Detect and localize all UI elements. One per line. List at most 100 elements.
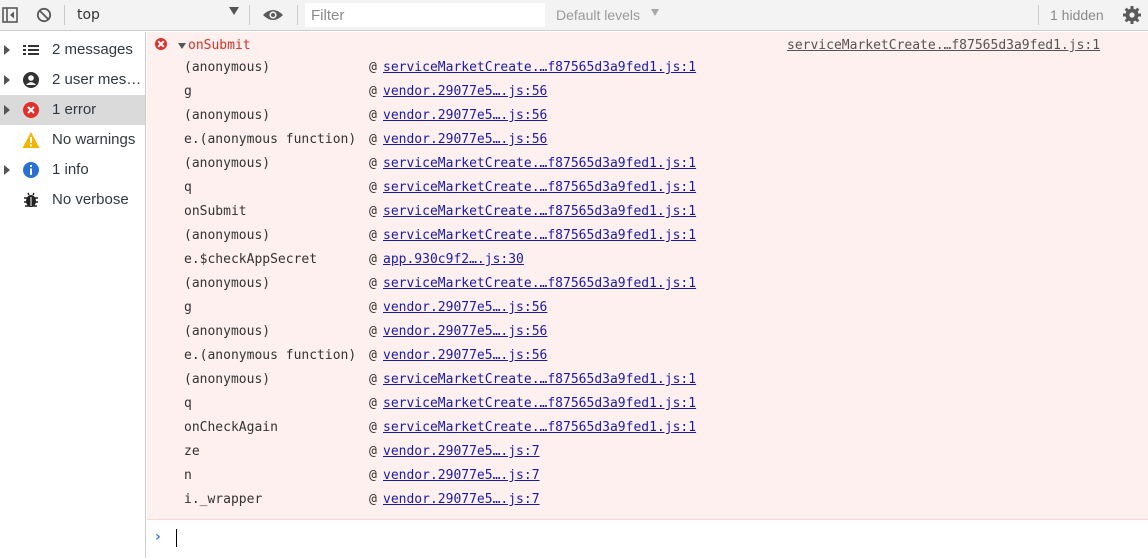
stack-frame-source-link[interactable]: serviceMarketCreate.…f87565d3a9fed1.js:1 [383,372,696,387]
sidebar-item-label: 1 info [52,161,89,178]
chevron-down-icon[interactable] [229,7,239,15]
stack-frame-row: (anonymous) @ serviceMarketCreate.…f87565d… [147,272,1148,296]
stack-frame-source-link[interactable]: serviceMarketCreate.…f87565d3a9fed1.js:1 [383,60,696,75]
toolbar-divider [64,5,65,25]
expand-arrow-icon[interactable] [4,165,10,175]
stack-frame-function: q [184,180,192,195]
stack-frame-function: n [184,468,192,483]
stack-frame-function: (anonymous) [184,276,271,291]
stack-frame-source-link[interactable]: serviceMarketCreate.…f87565d3a9fed1.js:1 [383,204,696,219]
at-symbol: @ [369,108,377,123]
stack-frame-function: (anonymous) [184,228,271,243]
stack-frame-source-link[interactable]: vendor.29077e5….js:7 [383,468,540,483]
stack-frame-row: i._wrapper @ vendor.29077e5….js:7 [147,488,1148,512]
stack-frame-function: ze [184,444,200,459]
toolbar-divider [297,5,298,25]
at-symbol: @ [369,204,377,219]
sidebar-item-user-messages[interactable]: 2 user messages [0,65,145,95]
stack-frame-function: e.(anonymous function) [184,348,357,363]
at-symbol: @ [369,300,377,315]
at-symbol: @ [369,252,377,267]
console-input[interactable] [175,527,1135,549]
stack-frame-row: e.(anonymous function) @ vendor.29077e5….j… [147,128,1148,152]
stack-frame-function: g [184,84,192,99]
stack-frame-source-link[interactable]: app.930c9f2….js:30 [383,252,524,267]
stack-frame-row: (anonymous) @ vendor.29077e5….js:56 [147,104,1148,128]
stack-frame-source-link[interactable]: serviceMarketCreate.…f87565d3a9fed1.js:1 [383,228,696,243]
stack-frame-row: e.$checkAppSecret @ app.930c9f2….js:30 [147,248,1148,272]
sidebar-item-verbose[interactable]: No verbose [0,185,145,215]
stack-frame-row: (anonymous) @ serviceMarketCreate.…f87565d… [147,368,1148,392]
stack-frame-row: g @ vendor.29077e5….js:56 [147,296,1148,320]
sidebar-item-errors[interactable]: 1 error [0,95,145,125]
stack-frame-source-link[interactable]: vendor.29077e5….js:56 [383,132,547,147]
levels-chevron-icon[interactable] [651,9,659,16]
stack-frame-source-link[interactable]: serviceMarketCreate.…f87565d3a9fed1.js:1 [383,276,696,291]
at-symbol: @ [369,444,377,459]
context-selector[interactable]: top [77,7,100,23]
at-symbol: @ [369,468,377,483]
error-icon [155,38,167,50]
console-prompt[interactable]: › [147,521,1148,558]
stack-frame-source-link[interactable]: vendor.29077e5….js:56 [383,300,547,315]
stack-frame-row: ze @ vendor.29077e5….js:7 [147,440,1148,464]
stack-frame-row: (anonymous) @ vendor.29077e5….js:56 [147,320,1148,344]
stack-frame-source-link[interactable]: vendor.29077e5….js:56 [383,108,547,123]
sidebar-item-messages[interactable]: 2 messages [0,35,145,65]
stack-frame-function: (anonymous) [184,108,271,123]
stack-frame-source-link[interactable]: vendor.29077e5….js:7 [383,444,540,459]
stack-frame-source-link[interactable]: serviceMarketCreate.…f87565d3a9fed1.js:1 [383,420,696,435]
stack-frame-source-link[interactable]: vendor.29077e5….js:56 [383,324,547,339]
at-symbol: @ [369,396,377,411]
expand-arrow-icon[interactable] [4,45,10,55]
expand-arrow-icon[interactable] [4,75,10,85]
stack-frame-function: (anonymous) [184,324,271,339]
log-levels-dropdown[interactable]: Default levels [556,7,640,23]
dock-sidebar-icon[interactable] [2,7,18,23]
at-symbol: @ [369,348,377,363]
sidebar-item-info[interactable]: 1 info [0,155,145,185]
stack-frame-row: (anonymous) @ serviceMarketCreate.…f87565d… [147,56,1148,80]
stack-frame-row: q @ serviceMarketCreate.…f87565d3a9fed1.js… [147,176,1148,200]
error-source-link[interactable]: serviceMarketCreate.…f87565d3a9fed1.js:1 [787,38,1100,53]
stack-frame-source-link[interactable]: serviceMarketCreate.…f87565d3a9fed1.js:1 [383,156,696,171]
stack-frame-function: onCheckAgain [184,420,278,435]
at-symbol: @ [369,156,377,171]
stack-frame-row: e.(anonymous function) @ vendor.29077e5….j… [147,344,1148,368]
hidden-count: 1 hidden [1050,7,1104,23]
stack-frame-row: (anonymous) @ serviceMarketCreate.…f87565d… [147,224,1148,248]
at-symbol: @ [369,492,377,507]
stack-frame-source-link[interactable]: serviceMarketCreate.…f87565d3a9fed1.js:1 [383,180,696,195]
stack-frame-row: onCheckAgain @ serviceMarketCreate.…f87565… [147,416,1148,440]
console-toolbar: top Default levels 1 hidden [0,0,1148,31]
bug-icon [22,191,40,209]
clear-console-icon[interactable] [36,7,52,23]
stack-frame-source-link[interactable]: serviceMarketCreate.…f87565d3a9fed1.js:1 [383,396,696,411]
stack-frame-source-link[interactable]: vendor.29077e5….js:7 [383,492,540,507]
filter-input[interactable] [305,3,545,27]
stack-frame-row: q @ serviceMarketCreate.…f87565d3a9fed1.js… [147,392,1148,416]
expand-arrow-icon[interactable] [4,105,10,115]
stack-frame-row: onSubmit @ serviceMarketCreate.…f87565d3a9… [147,200,1148,224]
sidebar-item-label: No verbose [52,191,129,208]
error-title[interactable]: onSubmit [188,38,251,53]
stack-frame-source-link[interactable]: vendor.29077e5….js:56 [383,84,547,99]
sidebar-item-label: No warnings [52,131,136,148]
stack-frame-function: onSubmit [184,204,247,219]
collapse-arrow-icon[interactable] [178,43,186,49]
list-icon [22,41,40,59]
error-icon [22,101,40,119]
stack-frame-source-link[interactable]: vendor.29077e5….js:56 [383,348,547,363]
stack-frame-row: n @ vendor.29077e5….js:7 [147,464,1148,488]
prompt-chevron-icon: › [155,529,161,545]
stack-frame-function: e.$checkAppSecret [184,252,318,267]
gear-icon[interactable] [1122,5,1142,25]
user-icon [22,71,40,89]
at-symbol: @ [369,84,377,99]
toolbar-divider [249,5,250,25]
at-symbol: @ [369,420,377,435]
stack-frame-function: (anonymous) [184,372,271,387]
sidebar-item-warnings[interactable]: No warnings [0,125,145,155]
console-output: onSubmit serviceMarketCreate.…f87565d3a9… [147,32,1148,558]
eye-icon[interactable] [262,7,284,23]
